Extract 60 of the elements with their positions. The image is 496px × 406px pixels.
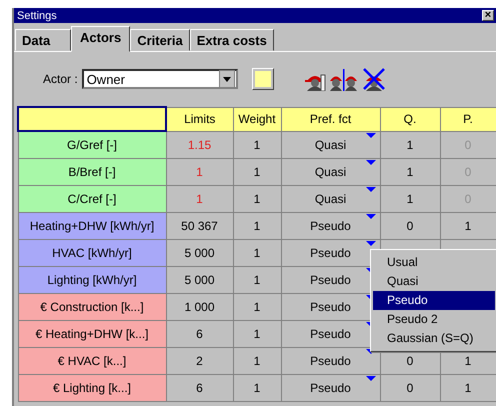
q-cell: 1	[380, 186, 440, 212]
color-swatch-button[interactable]	[252, 68, 274, 90]
q-cell: 1	[380, 131, 440, 158]
limit-cell: 2	[166, 348, 233, 374]
tab[interactable]: Data	[15, 29, 71, 51]
limit-cell: 1.15	[166, 131, 233, 158]
limit-cell: 6	[166, 320, 233, 348]
weight-cell: 1	[233, 348, 281, 374]
weight-cell: 1	[233, 212, 281, 240]
p-cell: 1	[440, 212, 496, 240]
criterion-cell: € Lighting [k...]	[18, 374, 166, 402]
weight-cell: 1	[233, 158, 281, 186]
q-cell: 0	[380, 374, 440, 402]
actor-label: Actor :	[43, 72, 78, 86]
criterion-cell: € Construction [k...]	[18, 294, 166, 320]
two-persons-icon[interactable]	[328, 67, 359, 91]
weight-cell: 1	[233, 294, 281, 320]
criterion-cell: € HVAC [k...]	[18, 348, 166, 374]
limit-cell: 1	[166, 186, 233, 212]
preference-cell[interactable]: Pseudo	[281, 374, 380, 402]
preference-cell[interactable]: Quasi	[281, 158, 380, 186]
limit-cell: 5 000	[166, 266, 233, 294]
limit-cell: 50 367	[166, 212, 233, 240]
column-header: Pref. fct	[281, 107, 380, 131]
preference-cell[interactable]: Quasi	[281, 186, 380, 212]
criterion-cell: B/Bref [-]	[18, 158, 166, 186]
criterion-cell: HVAC [kWh/yr]	[18, 240, 166, 266]
criterion-cell: G/Gref [-]	[18, 131, 166, 158]
q-cell: 1	[380, 158, 440, 186]
weight-cell: 1	[233, 266, 281, 294]
column-header: P.	[440, 107, 496, 131]
column-header: Q.	[380, 107, 440, 131]
tab[interactable]: Criteria	[130, 29, 190, 51]
p-cell: 1	[440, 374, 496, 402]
limit-cell: 1	[166, 158, 233, 186]
actor-dropdown[interactable]: Owner	[82, 69, 238, 89]
criterion-cell: C/Cref [-]	[18, 186, 166, 212]
weight-cell: 1	[233, 186, 281, 212]
preference-cell[interactable]: Pseudo	[281, 348, 380, 374]
weight-cell: 1	[233, 240, 281, 266]
menu-item[interactable]: Pseudo	[373, 291, 495, 310]
criterion-cell: € Heating+DHW [k...]	[18, 320, 166, 348]
preference-cell[interactable]: Quasi	[281, 131, 380, 158]
tab[interactable]: Actors	[71, 26, 130, 52]
column-header: Weight	[233, 107, 281, 131]
window-title: Settings	[17, 10, 57, 22]
preference-cell[interactable]: Pseudo	[281, 212, 380, 240]
weight-cell: 1	[233, 320, 281, 348]
criterion-cell: Lighting [kWh/yr]	[18, 266, 166, 294]
tab[interactable]: Extra costs	[190, 29, 274, 51]
criterion-cell: Heating+DHW [kWh/yr]	[18, 212, 166, 240]
limit-cell: 6	[166, 374, 233, 402]
q-cell: 0	[380, 212, 440, 240]
weight-cell: 1	[233, 374, 281, 402]
column-header: Limits	[166, 107, 233, 131]
limit-cell: 1 000	[166, 294, 233, 320]
weight-cell: 1	[233, 131, 281, 158]
delete-person-icon[interactable]	[362, 67, 386, 91]
limit-cell: 5 000	[166, 240, 233, 266]
close-button[interactable]: ×	[482, 10, 494, 21]
